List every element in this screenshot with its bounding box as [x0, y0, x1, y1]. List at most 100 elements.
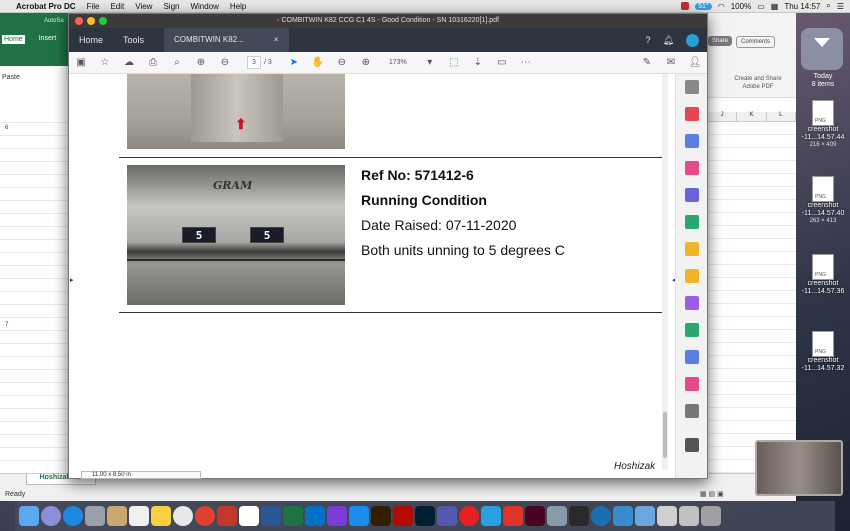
- menu-help[interactable]: Help: [230, 2, 246, 11]
- fit-page-icon[interactable]: ⬚: [442, 57, 466, 68]
- nav-tools[interactable]: Tools: [113, 28, 154, 52]
- word-icon[interactable]: [261, 506, 281, 526]
- terminal-icon[interactable]: [569, 506, 589, 526]
- upload-cloud-icon[interactable]: ☁: [117, 57, 141, 68]
- flag-icon[interactable]: ▦: [771, 2, 779, 11]
- column-header[interactable]: K: [737, 112, 767, 121]
- combine-files-icon[interactable]: [684, 188, 699, 202]
- siri-icon[interactable]: [41, 506, 61, 526]
- nav-home[interactable]: Home: [69, 28, 113, 52]
- onenote-icon[interactable]: [327, 506, 347, 526]
- collapse-pane-icon[interactable]: [684, 438, 699, 452]
- menu-edit[interactable]: Edit: [110, 2, 124, 11]
- menu-view[interactable]: View: [135, 2, 152, 11]
- faceq-icon[interactable]: [481, 506, 501, 526]
- skype-icon[interactable]: [503, 506, 523, 526]
- photos-icon[interactable]: [173, 506, 193, 526]
- launchpad-icon[interactable]: [85, 506, 105, 526]
- comments-button[interactable]: Comments: [736, 36, 776, 48]
- adobe-status-icon[interactable]: [681, 2, 690, 10]
- acrobat-icon[interactable]: [393, 506, 413, 526]
- recent-doc-icon[interactable]: [657, 506, 677, 526]
- more-icon[interactable]: ⋯: [514, 57, 538, 68]
- scrollbar-thumb[interactable]: [663, 412, 667, 458]
- teamviewer-icon[interactable]: [591, 506, 611, 526]
- outlook-icon[interactable]: [305, 506, 325, 526]
- page-number-input[interactable]: 3: [247, 56, 261, 69]
- save-icon[interactable]: ▣: [69, 57, 93, 68]
- menu-file[interactable]: File: [87, 2, 100, 11]
- left-panel-toggle-icon[interactable]: ▸: [70, 276, 74, 284]
- wifi-icon[interactable]: ◠: [718, 2, 725, 11]
- weather-badge[interactable]: 51°: [695, 2, 712, 10]
- close-window-icon[interactable]: [75, 17, 83, 25]
- excel-tab-home[interactable]: Home: [2, 35, 25, 44]
- illustrator-icon[interactable]: [371, 506, 391, 526]
- close-tab-icon[interactable]: ×: [274, 28, 279, 52]
- edit-pdf-icon[interactable]: [684, 161, 699, 175]
- powerpoint-icon[interactable]: [217, 506, 237, 526]
- today-stack-icon[interactable]: [801, 28, 843, 70]
- email-icon[interactable]: ✉: [659, 57, 683, 68]
- share-button[interactable]: Share: [708, 36, 733, 46]
- export-pdf-icon[interactable]: [684, 134, 699, 148]
- notification-center-icon[interactable]: ☰: [837, 2, 844, 11]
- autosave-label[interactable]: AutoSa: [44, 18, 64, 24]
- desktop-file[interactable]: creenshot -11...14.57.44 216 × 409: [796, 100, 850, 149]
- fill-sign-icon[interactable]: [684, 296, 699, 310]
- battery-icon[interactable]: ▭: [757, 2, 765, 11]
- zoom-level-dropdown[interactable]: 173%: [378, 59, 418, 66]
- avatar[interactable]: [686, 33, 699, 47]
- hand-tool-icon[interactable]: ✋: [306, 57, 330, 68]
- notification-bell-icon[interactable]: 🔔︎: [663, 35, 674, 46]
- pdf-page[interactable]: ⬆ GRAM 5 5 Ref No: 571412-6 Running Cond…: [79, 74, 662, 470]
- more-tools-icon[interactable]: [684, 404, 699, 418]
- desktop-file[interactable]: creenshot -11...14.57.40 263 × 413: [796, 176, 850, 225]
- bookmark-star-icon[interactable]: ☆: [93, 57, 117, 68]
- safari-icon[interactable]: [63, 506, 83, 526]
- column-header[interactable]: L: [767, 112, 796, 121]
- scroll-mode-icon[interactable]: ⇣: [466, 57, 490, 68]
- excel-tab-insert[interactable]: Insert: [39, 35, 57, 44]
- stickies-icon[interactable]: [151, 506, 171, 526]
- menu-app-name[interactable]: Acrobat Pro DC: [16, 2, 76, 11]
- menu-sign[interactable]: Sign: [163, 2, 179, 11]
- share-user-icon[interactable]: 👤︎: [683, 57, 707, 68]
- desktop-file[interactable]: creenshot -11...14.57.36: [796, 254, 850, 296]
- paste-button[interactable]: Paste: [2, 74, 20, 81]
- zoom-window-icon[interactable]: [99, 17, 107, 25]
- desktop-file[interactable]: creenshot -11...14.57.32: [796, 331, 850, 373]
- view-buttons[interactable]: ▦ ▤ ▣: [700, 490, 724, 498]
- zoom-out-icon[interactable]: ⊖: [330, 57, 354, 68]
- comment-tool-icon[interactable]: [684, 269, 699, 283]
- downloads-folder-icon[interactable]: [635, 506, 655, 526]
- comment-icon[interactable]: ▭: [490, 57, 514, 68]
- search-tool-icon[interactable]: [684, 80, 699, 94]
- excel-icon[interactable]: [283, 506, 303, 526]
- sign-pen-icon[interactable]: ✎: [635, 57, 659, 68]
- create-pdf-icon[interactable]: [684, 107, 699, 121]
- print-icon[interactable]: ⎙: [141, 57, 165, 68]
- document-tab[interactable]: COMBITWIN K82... ×: [164, 28, 289, 52]
- photoshop-icon[interactable]: [415, 506, 435, 526]
- prepare-form-icon[interactable]: [684, 377, 699, 391]
- trash-icon[interactable]: [701, 506, 721, 526]
- teams-icon[interactable]: [437, 506, 457, 526]
- battery-percent[interactable]: 100%: [731, 2, 751, 11]
- column-header[interactable]: J: [708, 112, 738, 121]
- finder-icon[interactable]: [19, 506, 39, 526]
- help-icon[interactable]: ?: [646, 35, 651, 45]
- clock[interactable]: Thu 14:57: [784, 2, 820, 11]
- organize-pages-icon[interactable]: [684, 215, 699, 229]
- menu-window[interactable]: Window: [190, 2, 218, 11]
- indesign-icon[interactable]: [525, 506, 545, 526]
- zoom-in-icon[interactable]: ⊕: [354, 57, 378, 68]
- prev-page-icon[interactable]: ⊕: [189, 57, 213, 68]
- minimize-window-icon[interactable]: [87, 17, 95, 25]
- screenshot-preview-thumbnail[interactable]: [755, 440, 843, 496]
- app-store-icon[interactable]: [349, 506, 369, 526]
- request-signature-icon[interactable]: [684, 242, 699, 256]
- create-share-pdf-button[interactable]: Create and Share Adobe PDF: [728, 75, 788, 91]
- select-cursor-icon[interactable]: ➤: [282, 57, 306, 68]
- chrome-icon[interactable]: [195, 506, 215, 526]
